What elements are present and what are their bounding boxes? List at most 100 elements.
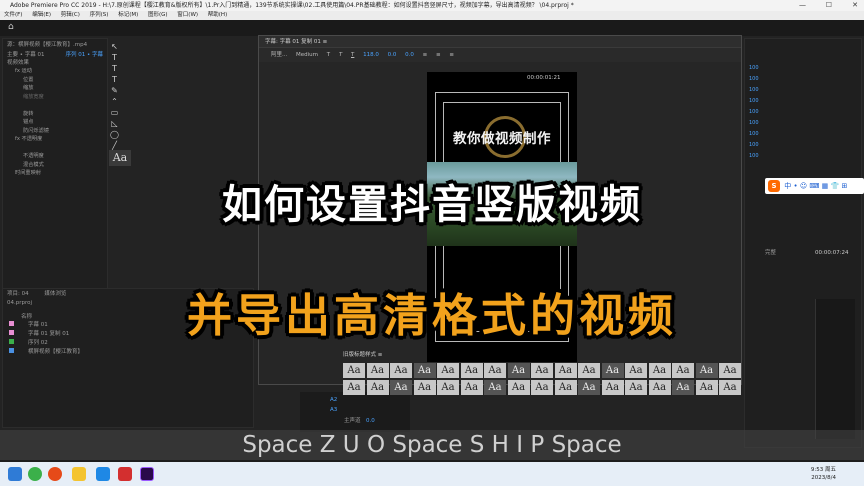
text-tool-icon[interactable]: T — [110, 53, 119, 62]
effect-row[interactable]: 旋转 — [15, 110, 107, 119]
title-style-swatch[interactable]: Aa — [366, 380, 389, 395]
bold-icon[interactable]: T — [327, 52, 330, 58]
title-style-swatch[interactable]: Aa — [390, 363, 412, 378]
minimize-button[interactable]: — — [799, 0, 806, 11]
system-clock[interactable]: 9:53 周五 2023/8/4 — [811, 466, 836, 482]
title-style-swatch[interactable]: Aa — [460, 380, 483, 395]
track-a2[interactable]: A2 — [330, 396, 337, 404]
title-style-swatch[interactable]: Aa — [554, 380, 577, 395]
track-a3[interactable]: A3 — [330, 406, 337, 414]
kerning-value[interactable]: 0.0 — [388, 52, 397, 58]
pen-tool-icon[interactable]: ✎ — [110, 86, 119, 95]
underline-icon[interactable]: T — [351, 52, 354, 58]
triangle-tool-icon[interactable]: ◺ — [110, 119, 119, 128]
title-style-swatch[interactable]: Aa — [648, 363, 671, 378]
align-center-icon[interactable]: ≡ — [436, 52, 441, 58]
title-style-swatch[interactable]: Aa — [531, 380, 553, 395]
slider-value[interactable]: 100 — [749, 107, 759, 118]
title-style-swatch[interactable]: Aa — [695, 380, 718, 395]
title-style-swatch[interactable]: Aa — [437, 380, 459, 395]
title-style-swatch[interactable]: Aa — [719, 363, 741, 378]
close-button[interactable]: ✕ — [852, 0, 858, 11]
app-icon[interactable] — [96, 467, 110, 481]
title-style-swatch[interactable]: Aa — [625, 380, 647, 395]
line-tool-icon[interactable]: ╱ — [110, 141, 119, 150]
title-style-swatch[interactable]: Aa — [648, 380, 671, 395]
italic-icon[interactable]: T — [339, 52, 342, 58]
vertical-text-tool-icon[interactable]: T — [110, 64, 119, 73]
title-style-swatch[interactable]: Aa — [343, 363, 365, 378]
canvas-title-text[interactable]: 教你做视频制作 — [435, 127, 569, 147]
menu-edit[interactable]: 编辑(E) — [32, 12, 51, 18]
leading-value[interactable]: 0.0 — [405, 52, 414, 58]
title-style-swatch[interactable]: Aa — [413, 363, 436, 378]
title-style-swatch[interactable]: Aa — [484, 380, 506, 395]
chrome-icon[interactable] — [48, 467, 62, 481]
menu-file[interactable]: 文件(F) — [4, 12, 22, 18]
effect-row[interactable]: 混合模式 — [15, 161, 107, 170]
menu-help[interactable]: 帮助(H) — [208, 12, 227, 18]
font-family-select[interactable]: 阿里... — [271, 52, 287, 58]
slider-value[interactable]: 100 — [749, 74, 759, 85]
effect-row[interactable]: fx 不透明度 — [15, 135, 107, 144]
app-icon[interactable] — [28, 467, 42, 481]
slider-value[interactable]: 100 — [749, 140, 759, 151]
slider-value[interactable]: 100 — [749, 96, 759, 107]
master-track-value[interactable]: 0.0 — [366, 417, 375, 425]
effect-row[interactable]: 位置 — [15, 76, 107, 85]
title-style-swatch[interactable]: Aa — [531, 363, 553, 378]
font-size-value[interactable]: 118.0 — [363, 52, 379, 58]
home-icon[interactable]: ⌂ — [8, 22, 14, 32]
style-preview-aa[interactable]: Aa — [109, 150, 131, 166]
rectangle-tool-icon[interactable]: ▭ — [110, 108, 119, 117]
slider-value[interactable]: 100 — [749, 85, 759, 96]
title-style-swatch[interactable]: Aa — [719, 380, 741, 395]
title-style-swatch[interactable]: Aa — [601, 380, 624, 395]
program-label[interactable]: 完整 — [765, 249, 776, 257]
app-icon[interactable] — [118, 467, 132, 481]
ellipse-tool-icon[interactable]: ◯ — [110, 130, 119, 139]
title-style-swatch[interactable]: Aa — [460, 363, 483, 378]
menu-window[interactable]: 窗口(W) — [177, 12, 198, 18]
title-style-swatch[interactable]: Aa — [625, 363, 647, 378]
effect-controls-tab[interactable]: 源：横屏视频【樱江教育】.mp4 — [3, 39, 107, 51]
sequence-clip-label[interactable]: 序列 01 • 字幕 — [66, 51, 104, 59]
effect-row[interactable]: 缩放 — [15, 84, 107, 93]
premiere-icon[interactable] — [140, 467, 154, 481]
align-left-icon[interactable]: ≡ — [423, 52, 428, 58]
effect-row[interactable]: 锚点 — [15, 118, 107, 127]
font-style-select[interactable]: Medium — [296, 52, 318, 58]
title-style-swatch[interactable]: Aa — [672, 380, 694, 395]
start-icon[interactable] — [8, 467, 22, 481]
effect-row[interactable]: 防闪烁滤镜 — [15, 127, 107, 136]
slider-value[interactable]: 100 — [749, 63, 759, 74]
maximize-button[interactable]: ☐ — [826, 0, 832, 11]
selection-tool-icon[interactable]: ↖ — [110, 42, 119, 51]
menu-sequence[interactable]: 序列(S) — [90, 12, 109, 18]
effect-row[interactable]: fx 运动 — [15, 67, 107, 76]
title-style-swatch[interactable]: Aa — [601, 363, 624, 378]
title-style-swatch[interactable]: Aa — [672, 363, 694, 378]
ime-logo[interactable]: S — [768, 180, 780, 192]
title-style-swatch[interactable]: Aa — [578, 363, 600, 378]
slider-value[interactable]: 100 — [749, 118, 759, 129]
slider-value[interactable]: 100 — [749, 129, 759, 140]
ime-items[interactable]: 中 • ☺ ⌨ ▦ 👕 ⊞ — [784, 182, 847, 190]
align-right-icon[interactable]: ≡ — [449, 52, 454, 58]
effect-row[interactable]: 不透明度 — [15, 152, 107, 161]
slider-value[interactable]: 100 — [749, 151, 759, 162]
project-item[interactable]: 横屏视频【樱江教育】 — [9, 348, 253, 357]
menu-marker[interactable]: 标记(M) — [118, 12, 138, 18]
title-style-swatch[interactable]: Aa — [554, 363, 577, 378]
title-style-swatch[interactable]: Aa — [507, 363, 530, 378]
title-style-swatch[interactable]: Aa — [437, 363, 459, 378]
area-text-tool-icon[interactable]: T — [110, 75, 119, 84]
title-style-swatch[interactable]: Aa — [695, 363, 718, 378]
title-style-swatch[interactable]: Aa — [343, 380, 365, 395]
folder-icon[interactable] — [72, 467, 86, 481]
menu-clip[interactable]: 剪辑(C) — [61, 12, 80, 18]
title-style-swatch[interactable]: Aa — [413, 380, 436, 395]
title-style-swatch[interactable]: Aa — [484, 363, 506, 378]
ime-toolbar[interactable]: S 中 • ☺ ⌨ ▦ 👕 ⊞ — [765, 178, 864, 194]
title-style-swatch[interactable]: Aa — [578, 380, 600, 395]
